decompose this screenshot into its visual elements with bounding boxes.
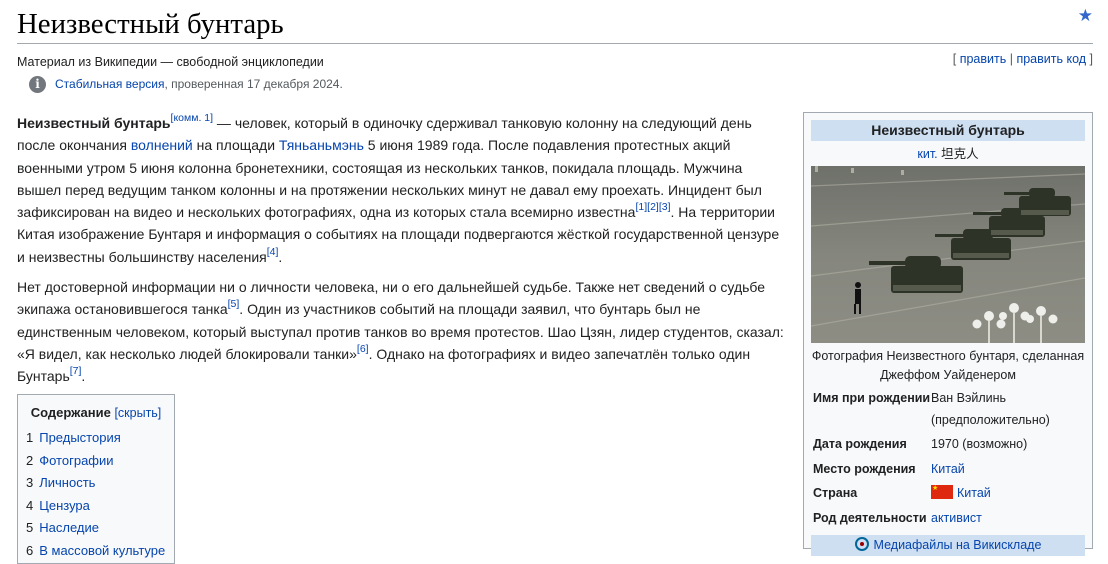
toc-header: Содержание [скрыть]: [26, 403, 166, 423]
infobox-native-name: кит. 坦克人: [811, 145, 1085, 163]
edit-link[interactable]: править: [960, 52, 1007, 66]
toc-item[interactable]: 5 Наследие: [26, 517, 166, 540]
info-icon: i: [29, 75, 46, 93]
native-name-text: 坦克人: [937, 147, 979, 161]
birth-name-label: Имя при рождении: [813, 391, 931, 405]
star-icon[interactable]: ★: [1078, 6, 1093, 26]
link-tiananmen[interactable]: Тяньаньмэнь: [279, 137, 364, 153]
toc-item[interactable]: 2 Фотографии: [26, 450, 166, 473]
infobox-row-birth-date: Дата рождения 1970 (возможно): [811, 434, 1085, 456]
paragraph-1: Неизвестный бунтарь[комм. 1] — человек, …: [17, 112, 787, 268]
toc-item-link[interactable]: Цензура: [39, 498, 90, 513]
toc-item-number: 6: [26, 542, 34, 558]
commons-icon: [854, 537, 869, 551]
country-value: ★ Китай: [931, 483, 1085, 505]
commons-link[interactable]: Медиафайлы на Викискладе: [874, 538, 1042, 552]
toc-item-number: 1: [26, 430, 34, 445]
link-unrest[interactable]: волнений: [131, 137, 193, 153]
toc-item[interactable]: 1 Предыстория: [26, 427, 166, 450]
ref-6[interactable]: [6]: [357, 343, 369, 355]
country-link[interactable]: Китай: [957, 486, 991, 500]
ref-2[interactable]: [2]: [647, 201, 659, 213]
birth-date-label: Дата рождения: [813, 437, 907, 451]
toc-item[interactable]: 4 Цензура: [26, 495, 166, 518]
stable-version-notice: i Стабильная версия, проверенная 17 дека…: [29, 74, 343, 94]
toc-hide-toggle[interactable]: [скрыть]: [114, 406, 161, 420]
p1-text-2: на площади: [192, 137, 279, 154]
birth-place-value: Китай: [931, 459, 1085, 481]
site-tagline: Материал из Википедии — свободной энцикл…: [17, 55, 324, 69]
ref-1[interactable]: [1]: [635, 201, 647, 213]
paragraph-2: Нет достоверной информации ни о личности…: [17, 276, 787, 387]
infobox-row-occupation: Род деятельности активист: [811, 508, 1085, 530]
edit-links-open: [: [952, 52, 960, 66]
toc-item-link[interactable]: Личность: [39, 475, 95, 490]
toc-item[interactable]: 3 Личность: [26, 472, 166, 495]
toc-item-link[interactable]: Фотографии: [39, 453, 113, 468]
edit-links-separator: |: [1006, 52, 1017, 66]
birth-name-value: Ван Вэйлинь (предположительно): [931, 391, 1050, 427]
toc-item-number: 5: [26, 520, 34, 535]
toc-list: 1 Предыстория 2 Фотографии 3 Личность 4 Ценз…: [26, 427, 166, 562]
photo-caption: Фотография Неизвестного бунтаря, сделанн…: [811, 349, 1085, 382]
title-divider: [17, 43, 1093, 44]
birth-date-value: 1970 (возможно): [931, 437, 1028, 451]
infobox-title: Неизвестный бунтарь: [811, 120, 1085, 141]
toc-item-number: 4: [26, 497, 34, 513]
toc-item-number: 2: [26, 452, 34, 468]
infobox-row-country: Страна ★ Китай: [811, 483, 1085, 505]
edit-links-close: ]: [1086, 52, 1093, 66]
ref-7[interactable]: [7]: [70, 365, 82, 377]
edit-source-link[interactable]: править код: [1016, 52, 1086, 66]
occupation-link[interactable]: активист: [931, 511, 982, 525]
lead-bold-term: Неизвестный бунтарь: [17, 115, 171, 131]
page-title: Неизвестный бунтарь: [17, 8, 284, 40]
tank-man-photo-image: [811, 166, 1085, 343]
toc-title: Содержание: [30, 405, 111, 420]
toc-item-number: 3: [26, 475, 34, 490]
article-body: Неизвестный бунтарь[комм. 1] — человек, …: [17, 112, 787, 396]
birth-place-label: Место рождения: [813, 461, 916, 476]
infobox-row-birth-place: Место рождения Китай: [811, 459, 1085, 481]
toc-item[interactable]: 6 В массовой культуре: [26, 540, 166, 563]
toc-item-link[interactable]: В массовой культуре: [39, 543, 165, 558]
p1-text-5: .: [278, 248, 283, 265]
p2-text-4: .: [81, 368, 86, 385]
tank-man-photo[interactable]: [811, 166, 1085, 343]
ref-5[interactable]: [5]: [228, 299, 240, 311]
commons-link-bar[interactable]: Медиафайлы на Викискладе: [811, 535, 1085, 556]
stable-version-text: , проверенная 17 декабря 2024.: [164, 77, 343, 91]
chinese-language-link[interactable]: кит.: [917, 147, 937, 161]
china-flag-icon: ★: [931, 485, 953, 499]
infobox-row-birth-name: Имя при рождении Ван Вэйлинь (предположи…: [811, 388, 1085, 431]
ref-3[interactable]: [3]: [659, 201, 671, 213]
occupation-value: активист: [931, 508, 1085, 530]
article-page: Неизвестный бунтарь ★ Материал из Википе…: [17, 0, 1093, 564]
infobox: Неизвестный бунтарь кит. 坦克人 Фотография …: [803, 112, 1093, 556]
note-comm-1[interactable]: [комм. 1]: [171, 112, 214, 124]
toc-item-link[interactable]: Предыстория: [39, 430, 121, 445]
country-label: Страна: [813, 486, 858, 500]
occupation-label: Род деятельности: [813, 510, 927, 525]
stable-version-link[interactable]: Стабильная версия: [55, 74, 164, 94]
table-of-contents: Содержание [скрыть] 1 Предыстория 2 Фотогр…: [17, 394, 175, 564]
edit-links: [ править | править код ]: [953, 51, 1093, 67]
toc-item-link[interactable]: Наследие: [39, 520, 99, 535]
title-row: Неизвестный бунтарь ★: [17, 4, 1093, 44]
ref-4[interactable]: [4]: [267, 246, 279, 258]
birth-place-link[interactable]: Китай: [931, 462, 965, 476]
